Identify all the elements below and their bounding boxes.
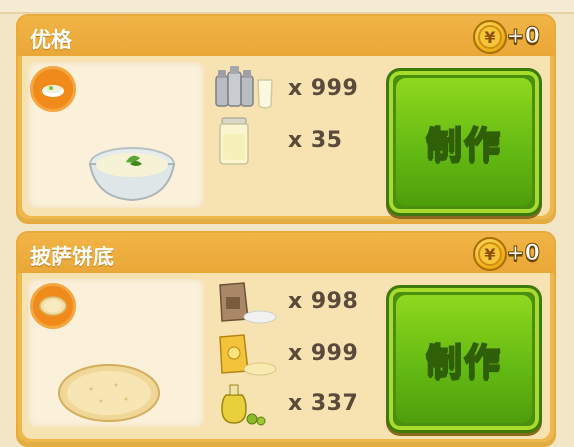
ingredient-row: x 35 xyxy=(208,116,378,166)
ingredient-count: x 337 xyxy=(288,391,359,416)
reward-value: +0 xyxy=(506,241,541,267)
recipe-body: x 999 x 35 制作 xyxy=(22,56,550,216)
ingredient-row: x 999 xyxy=(208,64,378,114)
pizza-base-icon xyxy=(58,364,160,422)
make-button-label: 制作 xyxy=(425,124,502,167)
product-preview xyxy=(28,62,204,208)
recipe-header: 优格 ¥ +0 xyxy=(18,16,554,56)
yogurt-jar-icon xyxy=(219,117,249,165)
cornmeal-bag-icon xyxy=(219,334,277,376)
ingredient-row: x 998 xyxy=(208,277,378,327)
product-preview xyxy=(28,279,204,427)
top-border xyxy=(0,0,574,14)
make-button-label: 制作 xyxy=(425,341,502,384)
ingredient-row: x 337 xyxy=(208,379,378,429)
pizza-base-badge-icon xyxy=(30,283,76,329)
coin-symbol: ¥ xyxy=(478,242,502,266)
recipe-card-yogurt: 优格 ¥ +0 x 999 x 35 制作 xyxy=(16,14,556,224)
make-button[interactable]: 制作 xyxy=(386,285,542,433)
ingredient-count: x 999 xyxy=(288,76,359,101)
coin-icon: ¥ xyxy=(473,237,507,271)
flour-sack-icon xyxy=(219,282,277,324)
ingredient-count: x 35 xyxy=(288,128,343,153)
recipe-header: 披萨饼底 ¥ +0 xyxy=(18,233,554,273)
recipe-body: x 998 x 999 x 337 制作 xyxy=(22,273,550,439)
olive-oil-icon xyxy=(221,384,266,426)
coin-symbol: ¥ xyxy=(478,25,502,49)
ingredient-row: x 999 xyxy=(208,329,378,379)
make-button-face[interactable]: 制作 xyxy=(396,78,532,206)
make-button-face[interactable]: 制作 xyxy=(396,295,532,423)
coin-icon: ¥ xyxy=(473,20,507,54)
reward-value: +0 xyxy=(506,24,541,50)
milk-bottles-icon xyxy=(215,66,273,109)
ingredient-count: x 998 xyxy=(288,289,359,314)
make-button[interactable]: 制作 xyxy=(386,68,542,216)
yogurt-badge-icon xyxy=(30,66,76,112)
ingredient-count: x 999 xyxy=(288,341,359,366)
recipe-card-pizza-base: 披萨饼底 ¥ +0 x 998 x 999 x 337 制作 xyxy=(16,231,556,447)
recipe-title: 披萨饼底 xyxy=(30,245,114,269)
yogurt-bowl-icon xyxy=(88,147,176,202)
recipe-title: 优格 xyxy=(30,28,72,52)
